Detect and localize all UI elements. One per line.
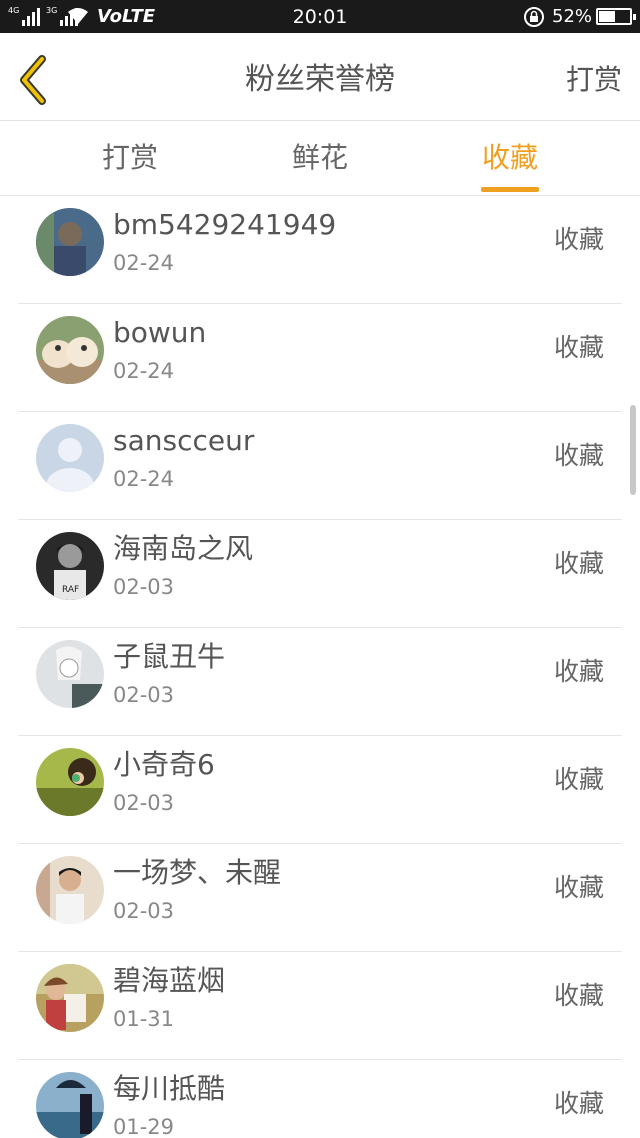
fan-name: 碧海蓝烟 <box>113 964 226 997</box>
avatar <box>36 316 104 384</box>
fan-date: 02-24 <box>113 251 175 275</box>
list-item[interactable]: 子鼠丑牛 02-03 收藏 <box>18 628 622 736</box>
list-item[interactable]: 每川抵酷 01-29 收藏 <box>18 1060 622 1138</box>
favorite-label: 收藏 <box>553 333 604 362</box>
avatar <box>36 856 104 924</box>
favorite-label: 收藏 <box>553 549 604 578</box>
avatar <box>36 424 104 492</box>
list-item[interactable]: 一场梦、未醒 02-03 收藏 <box>18 844 622 952</box>
favorite-label: 收藏 <box>553 873 604 902</box>
list-item[interactable]: 碧海蓝烟 01-31 收藏 <box>18 952 622 1060</box>
tab-flowers[interactable]: 鲜花 <box>260 139 380 177</box>
favorite-label: 收藏 <box>553 981 604 1010</box>
fan-date: 02-03 <box>113 683 175 707</box>
fan-name: 小奇奇6 <box>113 748 215 781</box>
favorite-label: 收藏 <box>553 225 604 254</box>
fan-date: 02-03 <box>113 791 175 815</box>
favorite-label: 收藏 <box>553 1089 604 1118</box>
favorite-label: 收藏 <box>553 765 604 794</box>
svg-text:RAF: RAF <box>62 585 79 595</box>
fan-name: 每川抵酷 <box>113 1072 226 1105</box>
avatar <box>36 640 104 708</box>
fan-name: 一场梦、未醒 <box>113 856 282 889</box>
fan-name: bowun <box>113 316 207 349</box>
avatar <box>36 1072 104 1138</box>
status-bar: 4G 3G VoLTE 20:01 52% <box>0 0 640 33</box>
battery-icon <box>596 8 636 25</box>
active-tab-indicator <box>481 187 539 192</box>
list-item[interactable]: RAF 海南岛之风 02-03 收藏 <box>18 520 622 628</box>
fan-name: bm5429241949 <box>113 208 337 241</box>
avatar: RAF <box>36 532 104 600</box>
fan-name: 子鼠丑牛 <box>113 640 226 673</box>
navigation-bar: 粉丝荣誉榜 打赏 <box>0 33 640 121</box>
fan-date: 02-03 <box>113 899 175 923</box>
tab-favorites[interactable]: 收藏 <box>450 139 570 177</box>
favorite-label: 收藏 <box>553 657 604 686</box>
fan-date: 02-24 <box>113 467 175 491</box>
fan-date: 01-29 <box>113 1115 175 1138</box>
fan-list: bm5429241949 02-24 收藏 bowun 02-24 收藏 san… <box>0 196 640 1138</box>
tab-reward[interactable]: 打赏 <box>70 139 190 177</box>
scrollbar[interactable] <box>630 405 636 495</box>
fan-date: 02-24 <box>113 359 175 383</box>
battery-percent: 52% <box>552 6 593 27</box>
list-item[interactable]: bowun 02-24 收藏 <box>18 304 622 412</box>
tab-bar: 打赏 鲜花 收藏 <box>0 121 640 196</box>
fan-name: sanscceur <box>113 424 255 457</box>
avatar <box>36 748 104 816</box>
list-item[interactable]: sanscceur 02-24 收藏 <box>18 412 622 520</box>
rotation-lock-icon <box>524 7 544 27</box>
favorite-label: 收藏 <box>553 441 604 470</box>
reward-button[interactable]: 打赏 <box>566 61 622 99</box>
avatar <box>36 964 104 1032</box>
fan-date: 01-31 <box>113 1007 175 1031</box>
fan-date: 02-03 <box>113 575 175 599</box>
list-item[interactable]: bm5429241949 02-24 收藏 <box>18 196 622 304</box>
page-title: 粉丝荣誉榜 <box>245 62 395 97</box>
avatar <box>36 208 104 276</box>
fan-name: 海南岛之风 <box>113 532 254 565</box>
list-item[interactable]: 小奇奇6 02-03 收藏 <box>18 736 622 844</box>
